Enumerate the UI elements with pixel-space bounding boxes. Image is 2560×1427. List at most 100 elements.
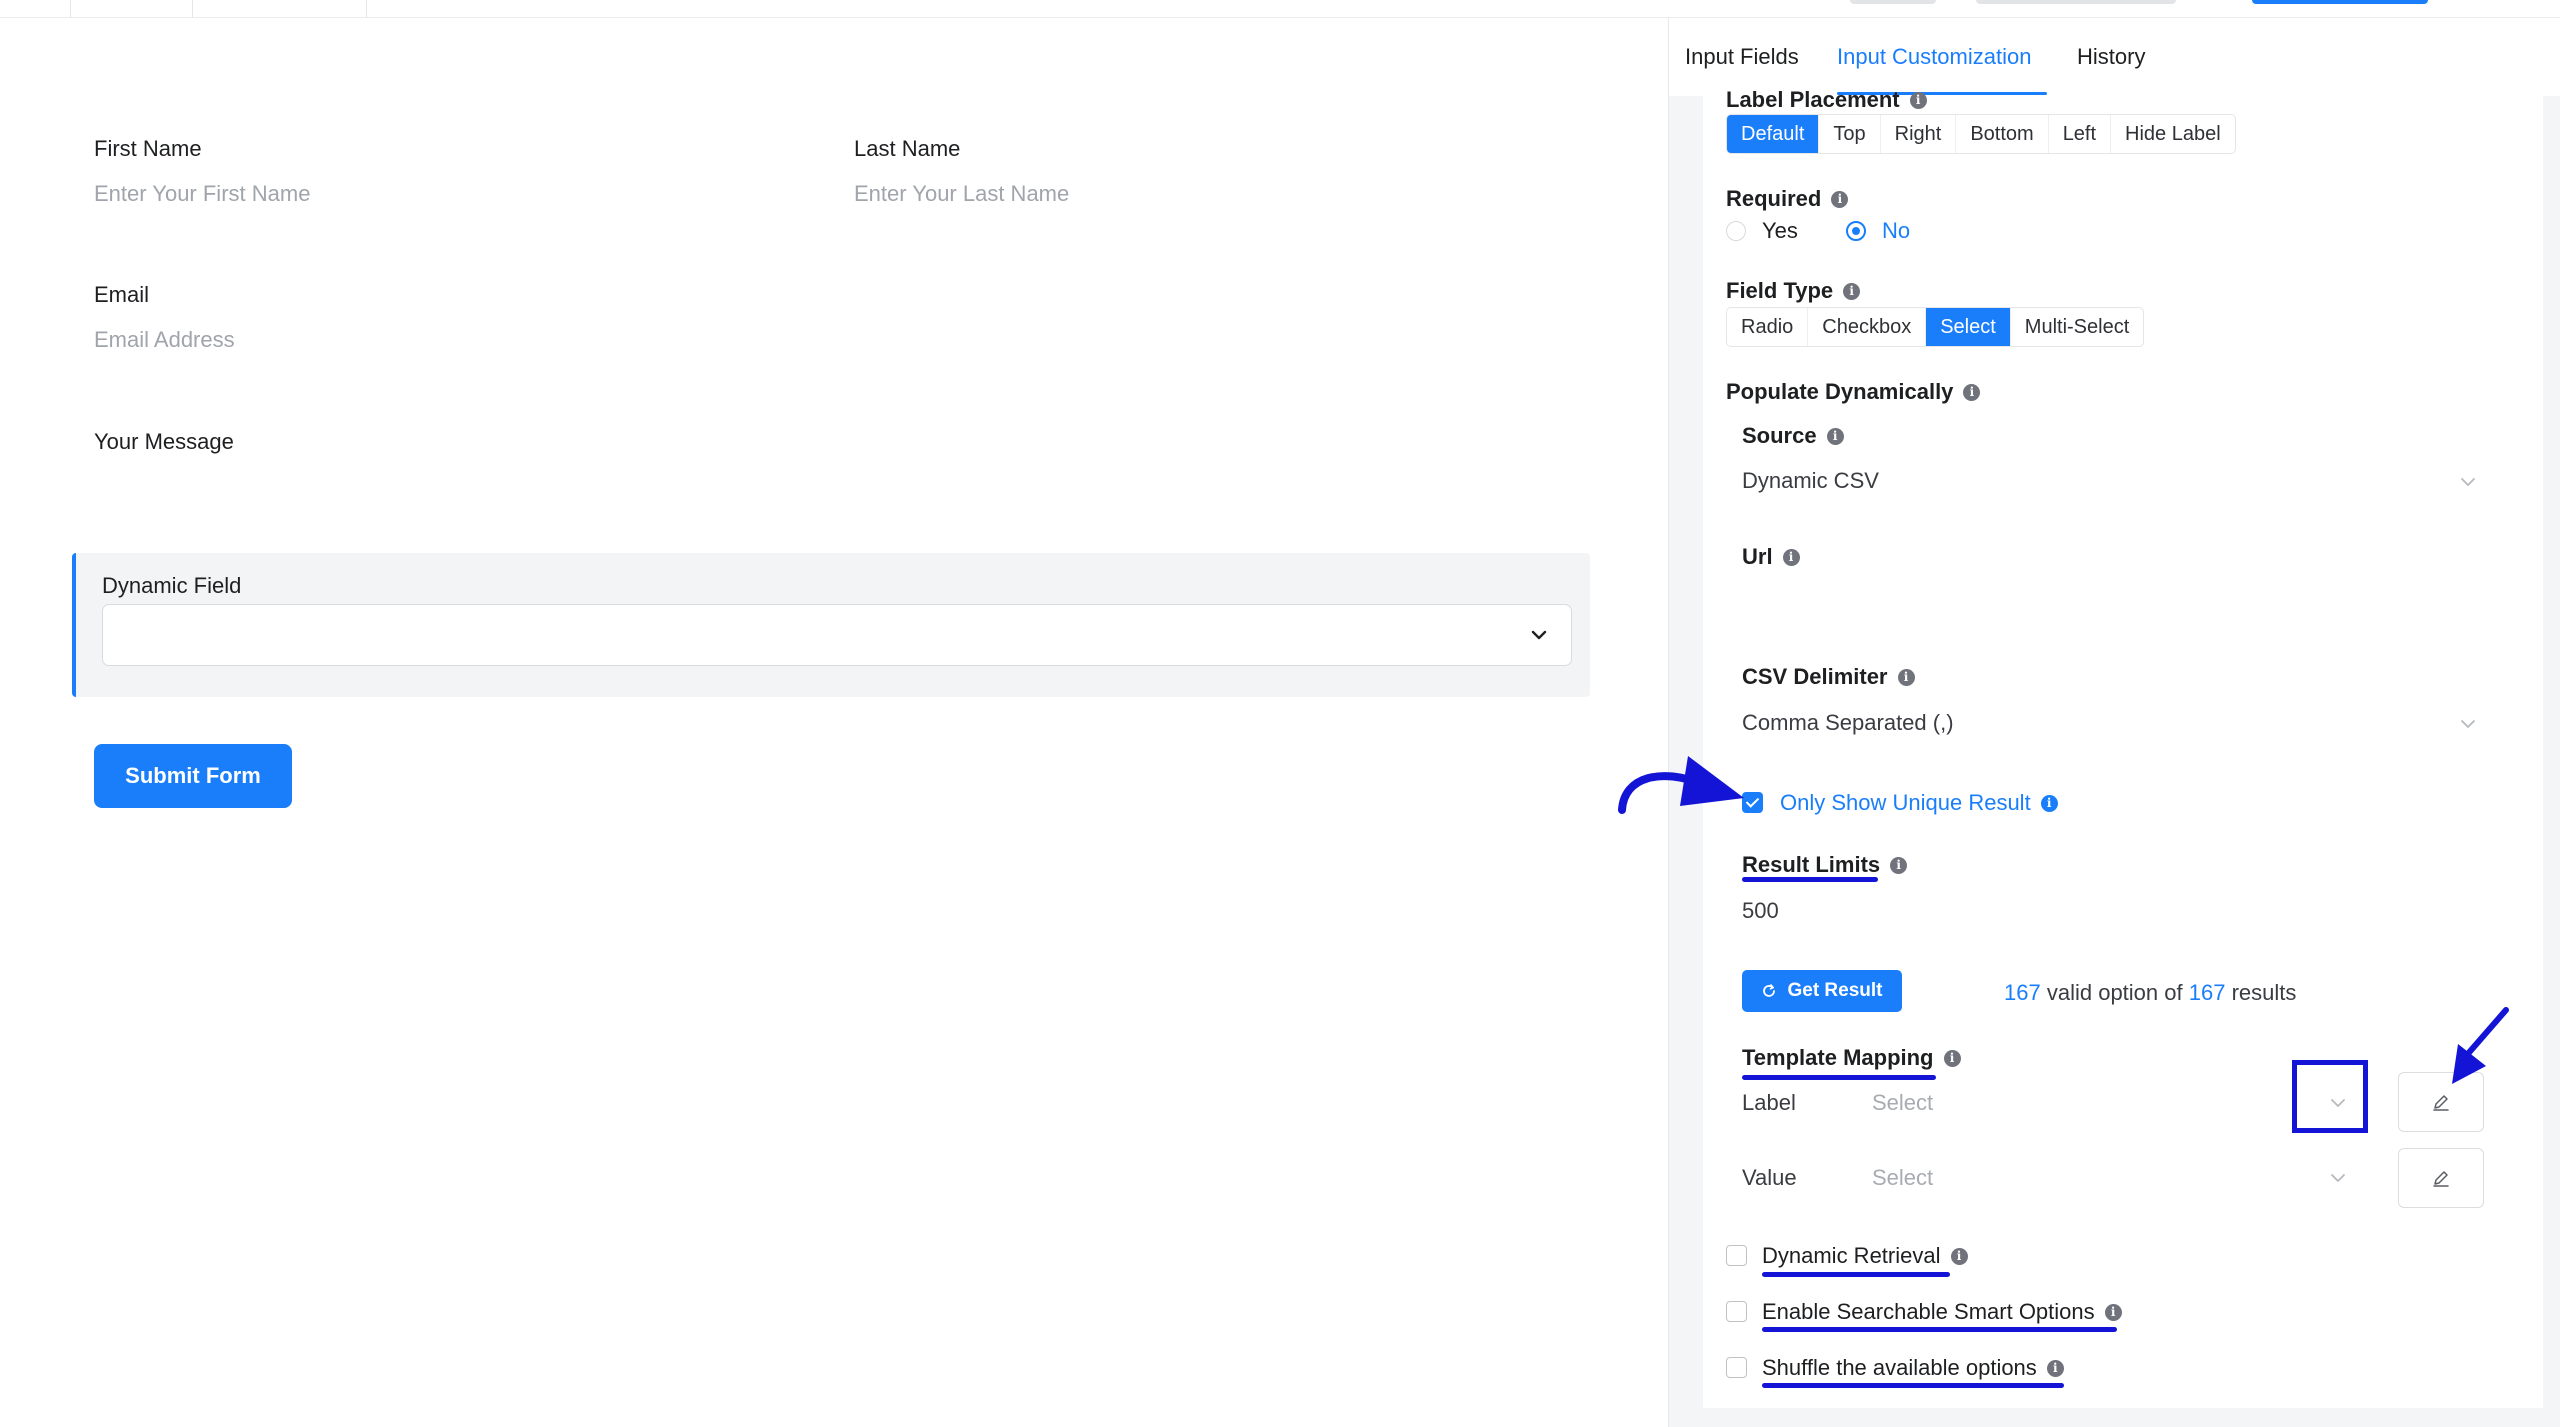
csv-delimiter-label: CSV Delimiter	[1742, 664, 1888, 689]
tab-input-fields[interactable]: Input Fields	[1685, 44, 1799, 70]
get-result-button[interactable]: Get Result	[1742, 970, 1902, 1012]
field-type-segmented[interactable]: Radio Checkbox Select Multi-Select	[1726, 307, 2145, 347]
searchable-smart-row: Enable Searchable Smart Options i	[1762, 1299, 2122, 1325]
info-icon[interactable]: i	[1831, 190, 1849, 208]
info-icon[interactable]: i	[1843, 282, 1861, 300]
required-yes-label: Yes	[1762, 218, 1798, 243]
required-heading: Required i	[1726, 186, 1849, 212]
field-type-label: Field Type	[1726, 278, 1834, 303]
shuffle-options-label[interactable]: Shuffle the available options	[1762, 1355, 2037, 1381]
mapping-label-select[interactable]: Select	[1872, 1090, 1933, 1116]
unique-result-label: Only Show Unique Result	[1780, 790, 2031, 815]
annotation-underline	[1762, 1272, 1950, 1277]
shuffle-options-row: Shuffle the available options i	[1762, 1355, 2064, 1381]
info-icon[interactable]: i	[1826, 427, 1844, 445]
total-count: 167	[2188, 980, 2226, 1005]
pencil-icon	[2433, 1171, 2449, 1187]
info-icon[interactable]: i	[1897, 668, 1915, 686]
label-placement-option[interactable]: Left	[2049, 115, 2112, 153]
toolbar-primary-button[interactable]	[2252, 0, 2428, 4]
dynamic-field-label: Dynamic Field	[102, 573, 242, 598]
radio-circle-selected[interactable]	[1846, 221, 1866, 241]
field-type-option[interactable]: Multi-Select	[2011, 308, 2143, 346]
mapping-value-select[interactable]: Select	[1872, 1165, 1933, 1191]
info-icon[interactable]: i	[2046, 1359, 2064, 1377]
email-input[interactable]: Email Address	[94, 327, 235, 353]
dynamic-field-block[interactable]: Dynamic Field	[72, 553, 1590, 697]
field-type-option[interactable]: Checkbox	[1808, 308, 1927, 346]
result-info-suffix: results	[2231, 980, 2297, 1005]
info-icon[interactable]: i	[2040, 794, 2058, 812]
info-icon[interactable]: i	[1963, 383, 1981, 401]
searchable-smart-checkbox[interactable]	[1726, 1301, 1747, 1322]
annotation-underline	[1742, 877, 1878, 882]
chevron-down-icon[interactable]	[2328, 1093, 2348, 1113]
info-icon[interactable]: i	[1890, 856, 1908, 874]
mapping-label-name: Label	[1742, 1090, 1796, 1115]
chevron-down-icon[interactable]	[2328, 1168, 2348, 1188]
template-mapping-label: Template Mapping	[1742, 1045, 1934, 1070]
url-input[interactable]	[1742, 580, 2482, 630]
info-icon[interactable]: i	[1909, 91, 1927, 109]
field-type-option[interactable]: Select	[1926, 308, 2011, 346]
label-placement-option[interactable]: Bottom	[1956, 115, 2049, 153]
csv-delimiter-select[interactable]: Comma Separated (,)	[1742, 710, 1954, 736]
dynamic-retrieval-label[interactable]: Dynamic Retrieval	[1762, 1243, 1941, 1269]
chevron-down-icon[interactable]	[2458, 714, 2478, 734]
dynamic-retrieval-checkbox[interactable]	[1726, 1245, 1747, 1266]
panel-scrollbar[interactable]	[2543, 96, 2560, 1408]
mapping-value-edit-button[interactable]	[2398, 1148, 2484, 1208]
field-type-option[interactable]: Radio	[1727, 308, 1809, 346]
info-icon[interactable]: i	[2104, 1303, 2122, 1321]
tab-history[interactable]: History	[2077, 44, 2145, 70]
toolbar-button[interactable]	[1976, 0, 2176, 4]
get-result-label: Get Result	[1787, 980, 1883, 1001]
dynamic-field-select[interactable]	[102, 604, 1572, 666]
radio-circle[interactable]	[1726, 221, 1746, 241]
required-no-label: No	[1882, 218, 1911, 243]
label-placement-heading: Label Placement i	[1726, 86, 1927, 114]
label-placement-segmented[interactable]: Default Top Right Bottom Left Hide Label	[1726, 114, 2236, 154]
submit-form-button[interactable]: Submit Form	[94, 744, 292, 808]
required-no-radio[interactable]: No	[1846, 218, 1910, 244]
last-name-input[interactable]: Enter Your Last Name	[854, 181, 1069, 207]
chevron-down-icon[interactable]	[2458, 472, 2478, 492]
label-placement-option[interactable]: Top	[1819, 115, 1881, 153]
top-toolbar	[0, 0, 2560, 18]
label-placement-option[interactable]: Right	[1881, 115, 1957, 153]
result-info: 167 valid option of 167 results	[2004, 980, 2296, 1006]
toolbar-divider	[70, 0, 71, 18]
info-icon[interactable]: i	[1782, 548, 1800, 566]
unique-result-checkbox[interactable]	[1742, 792, 1763, 813]
annotation-underline	[1762, 1383, 2064, 1388]
result-limits-input[interactable]: 500	[1742, 898, 1779, 924]
required-label: Required	[1726, 186, 1822, 211]
info-icon[interactable]: i	[1950, 1247, 1968, 1265]
refresh-icon	[1763, 984, 1776, 997]
mapping-label-edit-button[interactable]	[2398, 1072, 2484, 1132]
mapping-value-name: Value	[1742, 1165, 1797, 1190]
populate-dynamically-heading: Populate Dynamically i	[1726, 379, 1981, 405]
source-select[interactable]: Dynamic CSV	[1742, 468, 1879, 494]
dynamic-retrieval-row: Dynamic Retrieval i	[1762, 1243, 1968, 1269]
source-label: Source	[1742, 423, 1817, 448]
result-limits-label: Result Limits	[1742, 852, 1881, 877]
tab-input-customization[interactable]: Input Customization	[1837, 44, 2031, 70]
annotation-underline	[1742, 1075, 1936, 1080]
toolbar-button[interactable]	[1850, 0, 1936, 4]
email-label: Email	[94, 282, 150, 307]
first-name-input[interactable]: Enter Your First Name	[94, 181, 310, 207]
url-heading: Url i	[1742, 544, 1800, 570]
annotation-underline	[1762, 1327, 2117, 1332]
source-heading: Source i	[1742, 423, 1844, 449]
last-name-label: Last Name	[854, 136, 961, 161]
label-placement-option[interactable]: Default	[1727, 115, 1820, 153]
unique-result-row: Only Show Unique Result i	[1780, 790, 2058, 816]
required-yes-radio[interactable]: Yes	[1726, 218, 1798, 244]
searchable-smart-label[interactable]: Enable Searchable Smart Options	[1762, 1299, 2095, 1325]
info-icon[interactable]: i	[1943, 1049, 1961, 1067]
toolbar-divider	[192, 0, 193, 18]
label-placement-option[interactable]: Hide Label	[2111, 115, 2235, 153]
shuffle-options-checkbox[interactable]	[1726, 1357, 1747, 1378]
label-placement-label: Label Placement	[1726, 87, 1900, 112]
